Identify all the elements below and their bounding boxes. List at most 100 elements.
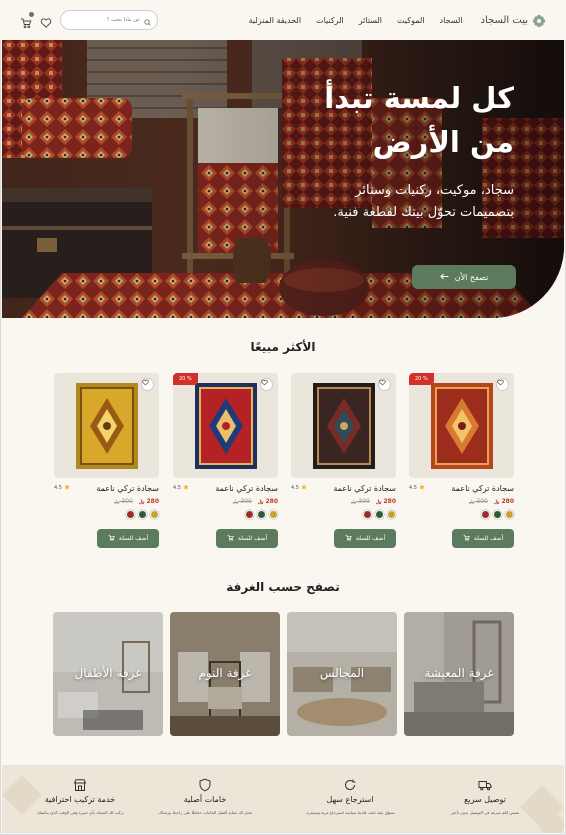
product-card[interactable]: 20 % سجادة تركي ناعمة 4.5 280 ﷼ 300 ﷼ أض… xyxy=(173,373,278,548)
swatch-red[interactable] xyxy=(363,510,372,519)
feature-genuine-materials: خامات أصلية نختار لك بعناية أفضل الخامات… xyxy=(141,777,269,815)
add-to-cart-label: أضف للسلة xyxy=(355,535,386,542)
feature-title: استرجاع سهل xyxy=(326,795,374,804)
rooms-title: تصفح حسب الغرفة xyxy=(226,580,340,594)
swatch-green[interactable] xyxy=(375,510,384,519)
room-card-bedroom[interactable]: غرفة النوم xyxy=(170,612,280,736)
room-card-living[interactable]: غرفة المعيشة xyxy=(404,612,514,736)
search-input[interactable] xyxy=(74,17,140,23)
features-bar: توصيل سريع نضمن لكم سرعة في التوصيل بدون… xyxy=(2,765,564,833)
color-swatches xyxy=(363,510,396,519)
riyal-icon: ﷼ xyxy=(350,499,357,505)
best-sellers-grid: 20 % سجادة تركي ناعمة 4.5 280 ﷼ 300 ﷼ أض… xyxy=(54,373,514,553)
product-name[interactable]: سجادة تركي ناعمة xyxy=(215,484,278,493)
favorite-heart-icon[interactable] xyxy=(378,378,391,391)
swatch-red[interactable] xyxy=(126,510,135,519)
menu-item-garden[interactable]: الحديقة المنزلية xyxy=(249,16,301,25)
add-to-cart-button[interactable]: أضف للسلة xyxy=(216,529,278,548)
product-name[interactable]: سجادة تركي ناعمة xyxy=(451,484,514,493)
cart-icon[interactable] xyxy=(20,12,34,29)
feature-title: توصيل سريع xyxy=(464,795,506,804)
riyal-icon: ﷼ xyxy=(232,499,239,505)
riyal-icon: ﷼ xyxy=(113,499,120,505)
product-prices: 280 ﷼ 300 ﷼ xyxy=(233,498,278,505)
browse-now-button[interactable]: تصفح الأن xyxy=(412,265,516,289)
browse-now-label: تصفح الأن xyxy=(454,272,489,282)
feature-installation: خدمة تركيب احترافية نركب لك السجاد بأيدٍ… xyxy=(16,777,144,815)
product-image[interactable]: 20 % xyxy=(409,373,514,478)
favorite-heart-icon[interactable] xyxy=(141,378,154,391)
swatch-gold[interactable] xyxy=(387,510,396,519)
product-name[interactable]: سجادة تركي ناعمة xyxy=(96,484,159,493)
swatch-red[interactable] xyxy=(245,510,254,519)
product-card[interactable]: 20 % سجادة تركي ناعمة 4.5 280 ﷼ 300 ﷼ أض… xyxy=(409,373,514,548)
riyal-icon: ﷼ xyxy=(468,499,475,505)
hero-text: كل لمسة تبدأ من الأرض سجاد، موكيت، ركنيا… xyxy=(204,76,514,224)
hero-title-line2: من الأرض xyxy=(372,125,514,159)
color-swatches xyxy=(245,510,278,519)
product-rating: 4.5 xyxy=(409,484,425,492)
riyal-icon: ﷼ xyxy=(138,499,145,505)
feature-easy-returns: استرجاع سهل تسوّق بثقة تامة، فلدينا سياس… xyxy=(286,777,414,815)
star-icon xyxy=(64,484,70,492)
swatch-gold[interactable] xyxy=(150,510,159,519)
star-icon xyxy=(419,484,425,492)
swatch-gold[interactable] xyxy=(505,510,514,519)
menu-item-moquette[interactable]: الموكيت xyxy=(397,16,425,25)
product-card[interactable]: سجادة تركي ناعمة 4.5 280 ﷼ 300 ﷼ أضف للس… xyxy=(291,373,396,548)
cart-icon xyxy=(345,534,352,543)
star-icon xyxy=(183,484,189,492)
sale-badge: 20 % xyxy=(173,373,198,385)
truck-icon xyxy=(478,777,492,791)
search-box[interactable] xyxy=(60,10,158,30)
room-label: المجالس xyxy=(319,666,365,680)
price-old: 300 ﷼ xyxy=(468,498,488,505)
menu-item-curtains[interactable]: الستائر xyxy=(359,16,382,25)
add-to-cart-label: أضف للسلة xyxy=(118,535,149,542)
menu-item-carpets[interactable]: السجاد xyxy=(440,16,463,25)
swatch-green[interactable] xyxy=(138,510,147,519)
swatch-green[interactable] xyxy=(493,510,502,519)
sale-badge: 20 % xyxy=(409,373,434,385)
search-icon[interactable] xyxy=(144,11,151,30)
room-card-kids[interactable]: غرفة الأطفال xyxy=(53,612,163,736)
brand-name: بيت السجاد xyxy=(480,14,529,26)
hero-subtitle-line2: بتصميمات تحوّل بيتك لقطعة فنية. xyxy=(333,205,514,220)
favorite-heart-icon[interactable] xyxy=(496,378,509,391)
product-image[interactable] xyxy=(54,373,159,478)
price-current: 280 ﷼ xyxy=(257,498,278,505)
feature-title: خامات أصلية xyxy=(183,795,227,804)
rating-value: 4.5 xyxy=(54,485,62,491)
top-navbar: بيت السجاد السجاد الموكيت الستائر الركني… xyxy=(0,0,566,40)
hero-title-line1: كل لمسة تبدأ xyxy=(324,81,514,115)
product-card[interactable]: سجادة تركي ناعمة 4.5 280 ﷼ 300 ﷼ أضف للس… xyxy=(54,373,159,548)
add-to-cart-button[interactable]: أضف للسلة xyxy=(334,529,396,548)
brand[interactable]: بيت السجاد xyxy=(480,13,547,28)
feature-title: خدمة تركيب احترافية xyxy=(44,795,116,804)
swatch-gold[interactable] xyxy=(269,510,278,519)
product-name[interactable]: سجادة تركي ناعمة xyxy=(333,484,396,493)
rating-value: 4.5 xyxy=(291,485,299,491)
price-current: 280 ﷼ xyxy=(493,498,514,505)
favorite-heart-icon[interactable] xyxy=(260,378,273,391)
add-to-cart-button[interactable]: أضف للسلة xyxy=(452,529,514,548)
feature-desc: نضمن لكم سرعة في التوصيل بدون تأخير xyxy=(450,810,520,815)
heart-icon[interactable] xyxy=(40,14,52,28)
product-image[interactable] xyxy=(291,373,396,478)
add-to-cart-button[interactable]: أضف للسلة xyxy=(97,529,159,548)
swatch-red[interactable] xyxy=(481,510,490,519)
hero-subtitle-line1: سجاد، موكيت، ركنيات وستائر xyxy=(355,183,514,198)
hero-banner: كل لمسة تبدأ من الأرض سجاد، موكيت، ركنيا… xyxy=(2,38,564,318)
product-image[interactable]: 20 % xyxy=(173,373,278,478)
arrow-left-icon xyxy=(440,273,449,282)
product-rating: 4.5 xyxy=(54,484,70,492)
room-card-majlis[interactable]: المجالس xyxy=(287,612,397,736)
swatch-green[interactable] xyxy=(257,510,266,519)
price-current: 280 ﷼ xyxy=(138,498,159,505)
room-label: غرفة المعيشة xyxy=(424,666,494,680)
cart-icon xyxy=(108,534,115,543)
room-label: غرفة النوم xyxy=(198,666,252,680)
cart-badge xyxy=(29,12,34,17)
store-icon xyxy=(73,777,87,791)
menu-item-corners[interactable]: الركنيات xyxy=(316,16,344,25)
